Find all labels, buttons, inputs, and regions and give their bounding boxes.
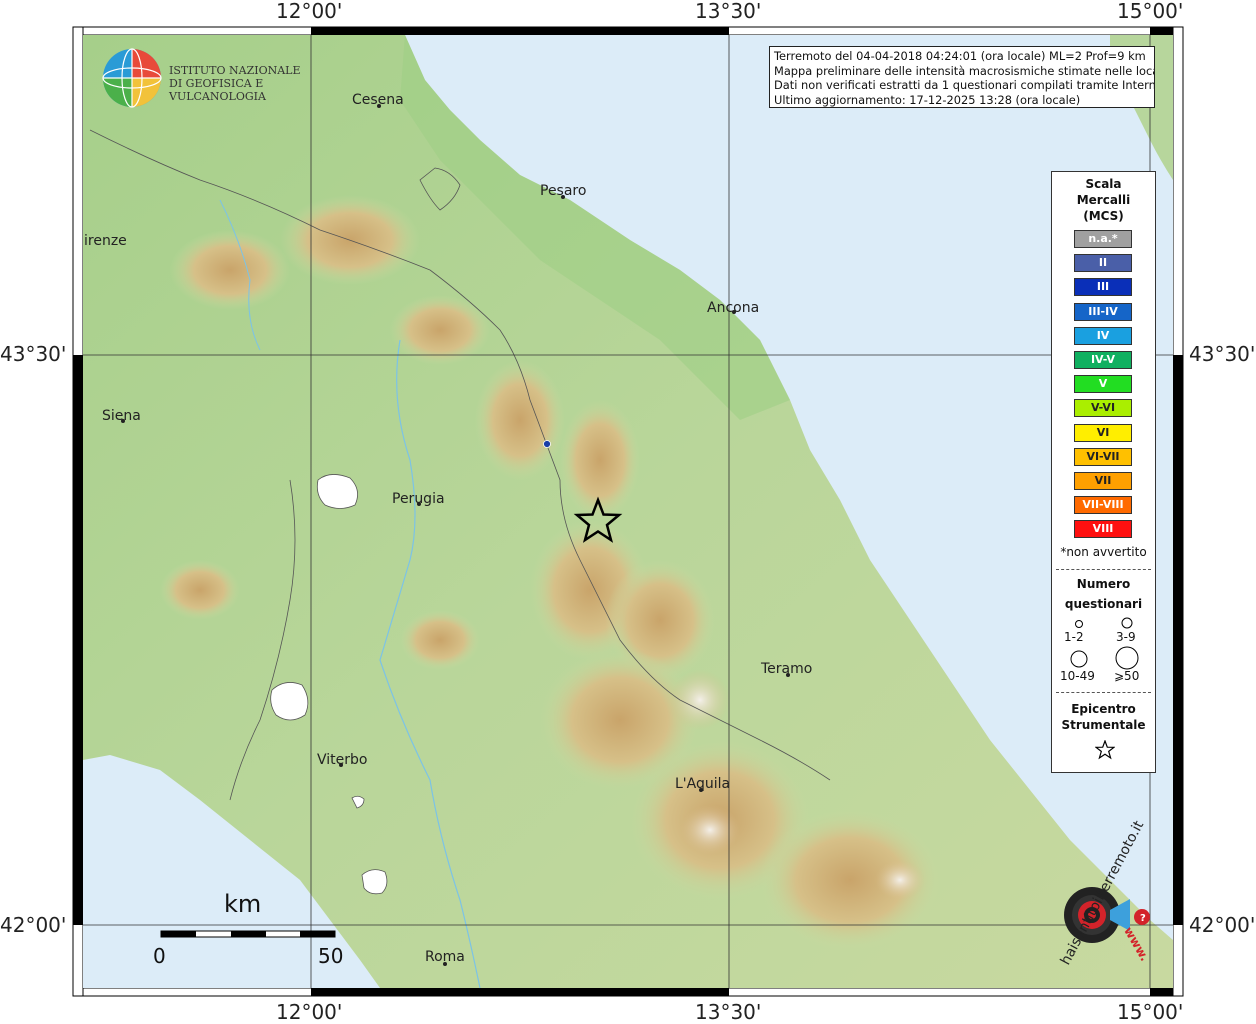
- lon-label-bottom-3: 15°00': [1117, 1000, 1184, 1024]
- event-info-box: Terremoto del 04-04-2018 04:24:01 (ora l…: [769, 46, 1155, 108]
- scale-bar: [160, 930, 336, 938]
- city-label-viterbo: Viterbo: [317, 752, 368, 768]
- intensity-point: [543, 440, 551, 448]
- city-label-teramo: Teramo: [761, 661, 813, 677]
- city-label-laquila: L'Aquila: [675, 776, 731, 792]
- city-label-siena: Siena: [102, 408, 141, 424]
- count-label: 3-9: [1116, 630, 1136, 644]
- epicenter-title: Epicentro Strumentale: [1061, 702, 1146, 732]
- mcs-class-swatch: III-IV: [1074, 302, 1132, 321]
- mcs-class-swatch: VII-VIII: [1074, 496, 1132, 515]
- lake-trasimeno: [316, 474, 358, 509]
- mcs-class-swatch: n.a.*: [1074, 230, 1132, 248]
- svg-text:?: ?: [1140, 913, 1146, 924]
- ingv-logo: ISTITUTO NAZIONALE DI GEOFISICA E VULCAN…: [101, 47, 311, 109]
- lon-label-top-3: 15°00': [1117, 0, 1184, 23]
- epicenter-legend-star-icon: [1095, 740, 1115, 760]
- scalebar-min: 0: [153, 944, 166, 968]
- lat-label-left-2: 42°00': [0, 913, 67, 937]
- lon-label-top-2: 13°30': [695, 0, 762, 23]
- globe-icon: [102, 48, 162, 108]
- city-label-cesena: Cesena: [352, 92, 404, 108]
- mcs-class-swatch: V-VI: [1074, 399, 1132, 418]
- mcs-class-swatch: VIII: [1074, 520, 1132, 539]
- lat-label-right-2: 42°00': [1189, 913, 1256, 937]
- mcs-legend: Scala Mercalli (MCS) n.a.* II III III-IV IV I…: [1051, 171, 1156, 773]
- count-label: ⩾50: [1114, 669, 1140, 683]
- mcs-class-swatch: IV-V: [1074, 351, 1132, 369]
- lon-label-bottom-1: 12°00': [276, 1000, 343, 1024]
- legend-title: Scala Mercalli (MCS): [1076, 177, 1131, 223]
- city-label-roma: Roma: [425, 949, 465, 965]
- count-label: 1-2: [1064, 630, 1084, 644]
- event-info-line: Dati non verificati estratti da 1 questi…: [774, 78, 1155, 92]
- lon-label-bottom-2: 13°30': [695, 1000, 762, 1024]
- count-title: Numero questionari: [1064, 577, 1143, 611]
- city-label-perugia: Perugia: [392, 491, 445, 507]
- haisentito-logo: ? haisentitoilterremoto.it www.: [1030, 818, 1160, 975]
- mcs-class-swatch: V: [1074, 375, 1132, 394]
- scalebar-unit: km: [224, 890, 262, 918]
- scalebar-max: 50: [318, 944, 344, 968]
- city-label-pesaro: Pesaro: [540, 183, 587, 199]
- event-info-line: Ultimo aggiornamento: 17-12-2025 13:28 (…: [774, 92, 1081, 107]
- mcs-class-swatch: VI-VII: [1074, 447, 1132, 466]
- city-label-ancona: Ancona: [707, 300, 760, 316]
- mcs-class-swatch: VII: [1074, 472, 1132, 490]
- mcs-class-swatch: III: [1074, 278, 1132, 297]
- mcs-class-swatch: VI: [1074, 423, 1132, 442]
- lon-label-top-1: 12°00': [276, 0, 343, 23]
- top-border-segment: [311, 27, 729, 35]
- count-label: 10-49: [1060, 669, 1095, 683]
- event-info-line: Terremoto del 04-04-2018 04:24:01 (ora l…: [774, 49, 1146, 63]
- city-label-firenze: irenze: [84, 233, 127, 249]
- mcs-class-swatch: IV: [1074, 326, 1132, 345]
- legend-note: *non avvertito: [1060, 545, 1147, 559]
- event-info-line: Mappa preliminare delle intensità macros…: [774, 63, 1155, 78]
- lat-label-right-1: 43°30': [1189, 342, 1256, 366]
- lake-bolsena: [270, 682, 309, 721]
- ingv-name: ISTITUTO NAZIONALE DI GEOFISICA E VULCAN…: [169, 64, 301, 103]
- mcs-class-swatch: II: [1074, 254, 1132, 273]
- lat-label-left-1: 43°30': [0, 342, 67, 366]
